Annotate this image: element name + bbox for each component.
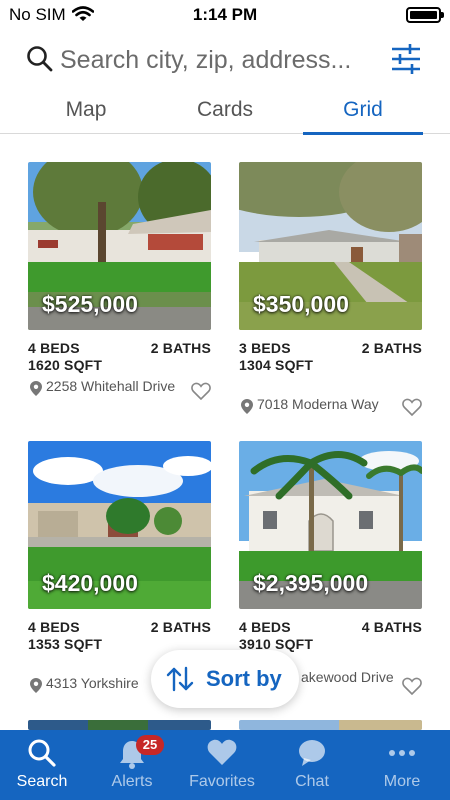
listing-address: 2258 Whitehall Drive <box>46 378 176 394</box>
listing-address: 7018 Moderna Way <box>257 396 379 412</box>
listing-card[interactable] <box>28 720 211 730</box>
tab-bar-label: Alerts <box>111 773 153 790</box>
listing-photo[interactable]: $525,000 <box>28 162 211 330</box>
sort-by-button[interactable]: Sort by <box>151 650 299 708</box>
listing-photo[interactable] <box>28 720 211 730</box>
tab-bar-label: Chat <box>295 773 329 790</box>
tab-map[interactable]: Map <box>26 98 146 134</box>
tab-bar-label: Favorites <box>189 773 255 790</box>
listing-baths: 2 BATHS <box>361 340 422 356</box>
listing-card[interactable]: $525,000 4 BEDS 1620 SQFT 2 BATHS 2258 W… <box>28 162 211 418</box>
listing-price: $350,000 <box>253 291 349 317</box>
listing-sqft: 1620 SQFT <box>28 357 103 373</box>
view-tabs: Map Cards Grid <box>0 90 450 135</box>
tab-bar-more[interactable]: More <box>357 730 447 800</box>
heart-icon <box>177 738 267 772</box>
search-icon <box>0 738 87 772</box>
tab-label: Map <box>65 98 107 121</box>
tab-bar-search[interactable]: Search <box>0 730 87 800</box>
listing-photo[interactable]: $420,000 <box>28 441 211 609</box>
tab-bar-favorites[interactable]: Favorites <box>177 730 267 800</box>
tab-bar-label: More <box>383 773 421 790</box>
listing-price: $525,000 <box>42 291 138 317</box>
listing-address: akewood Drive <box>301 669 394 685</box>
clock: 1:14 PM <box>192 5 258 24</box>
listing-photo[interactable]: $350,000 <box>239 162 422 330</box>
sort-by-label: Sort by <box>206 666 282 691</box>
status-bar: No SIM 1:14 PM <box>0 0 450 32</box>
search-input[interactable] <box>60 42 380 78</box>
location-pin-icon <box>30 381 42 401</box>
location-pin-icon <box>30 678 42 698</box>
favorite-heart-icon[interactable] <box>191 382 211 405</box>
ellipsis-icon <box>357 738 447 772</box>
tab-label: Cards <box>196 98 254 121</box>
listing-beds: 4 BEDS <box>28 619 80 635</box>
filter-sliders-icon[interactable] <box>390 42 422 76</box>
listing-sqft: 1353 SQFT <box>28 636 103 652</box>
listing-sqft: 1304 SQFT <box>239 357 314 373</box>
listing-card[interactable] <box>239 720 422 730</box>
listing-card[interactable]: $350,000 3 BEDS 1304 SQFT 2 BATHS 7018 M… <box>239 162 422 418</box>
listing-beds: 4 BEDS <box>28 340 80 356</box>
tab-bar-alerts[interactable]: Alerts <box>87 730 177 800</box>
listing-baths: 4 BATHS <box>361 619 422 635</box>
listing-price: $2,395,000 <box>253 570 369 596</box>
favorite-heart-icon[interactable] <box>402 398 422 421</box>
search-bar <box>0 36 450 84</box>
tab-label: Grid <box>343 98 383 121</box>
listing-grid: $525,000 4 BEDS 1620 SQFT 2 BATHS 2258 W… <box>0 134 450 730</box>
listing-beds: 3 BEDS <box>239 340 291 356</box>
location-pin-icon <box>241 399 253 419</box>
listing-baths: 2 BATHS <box>150 619 211 635</box>
listing-photo[interactable] <box>239 720 422 730</box>
search-icon <box>26 45 54 78</box>
chat-bubble-icon <box>267 738 357 772</box>
tab-bar-label: Search <box>16 773 68 790</box>
battery-icon <box>406 7 444 23</box>
favorite-heart-icon[interactable] <box>402 677 422 700</box>
tab-grid[interactable]: Grid <box>303 98 423 135</box>
listing-beds: 4 BEDS <box>239 619 291 635</box>
tab-cards[interactable]: Cards <box>165 98 285 134</box>
listing-baths: 2 BATHS <box>150 340 211 356</box>
sort-arrows-icon <box>166 666 194 697</box>
listing-photo[interactable]: $2,395,000 <box>239 441 422 609</box>
tab-bar-chat[interactable]: Chat <box>267 730 357 800</box>
alerts-count-badge: 25 <box>136 735 164 755</box>
listing-price: $420,000 <box>42 570 138 596</box>
bottom-tab-bar: Search Alerts 25 Favorites Chat More <box>0 730 450 800</box>
